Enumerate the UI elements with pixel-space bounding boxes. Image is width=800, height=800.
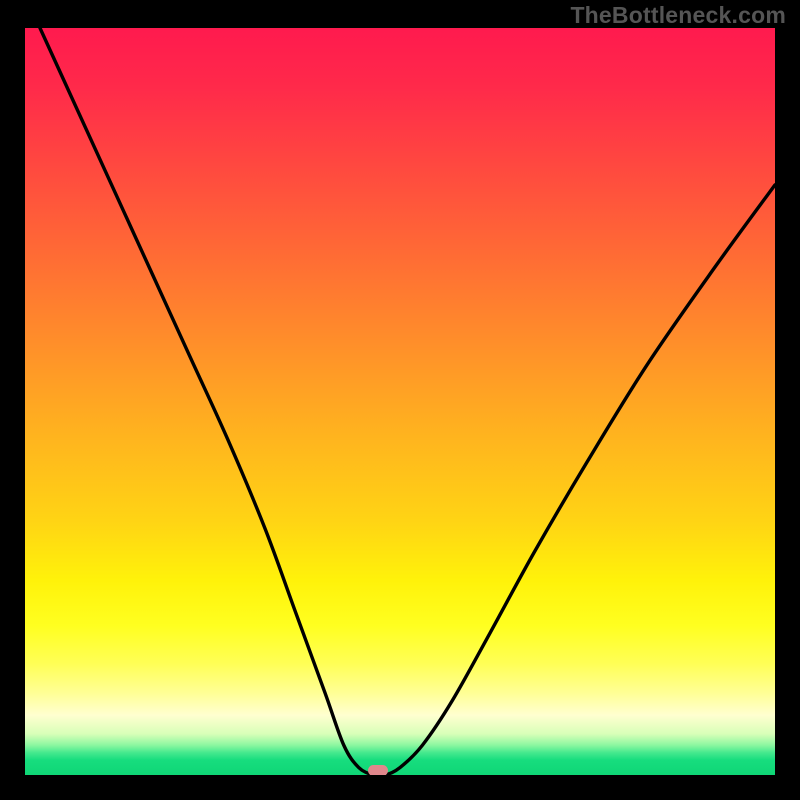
minimum-marker <box>368 765 388 775</box>
watermark-text: TheBottleneck.com <box>570 2 786 29</box>
chart-frame: TheBottleneck.com <box>0 0 800 800</box>
bottleneck-curve <box>25 28 775 775</box>
plot-area <box>25 28 775 775</box>
